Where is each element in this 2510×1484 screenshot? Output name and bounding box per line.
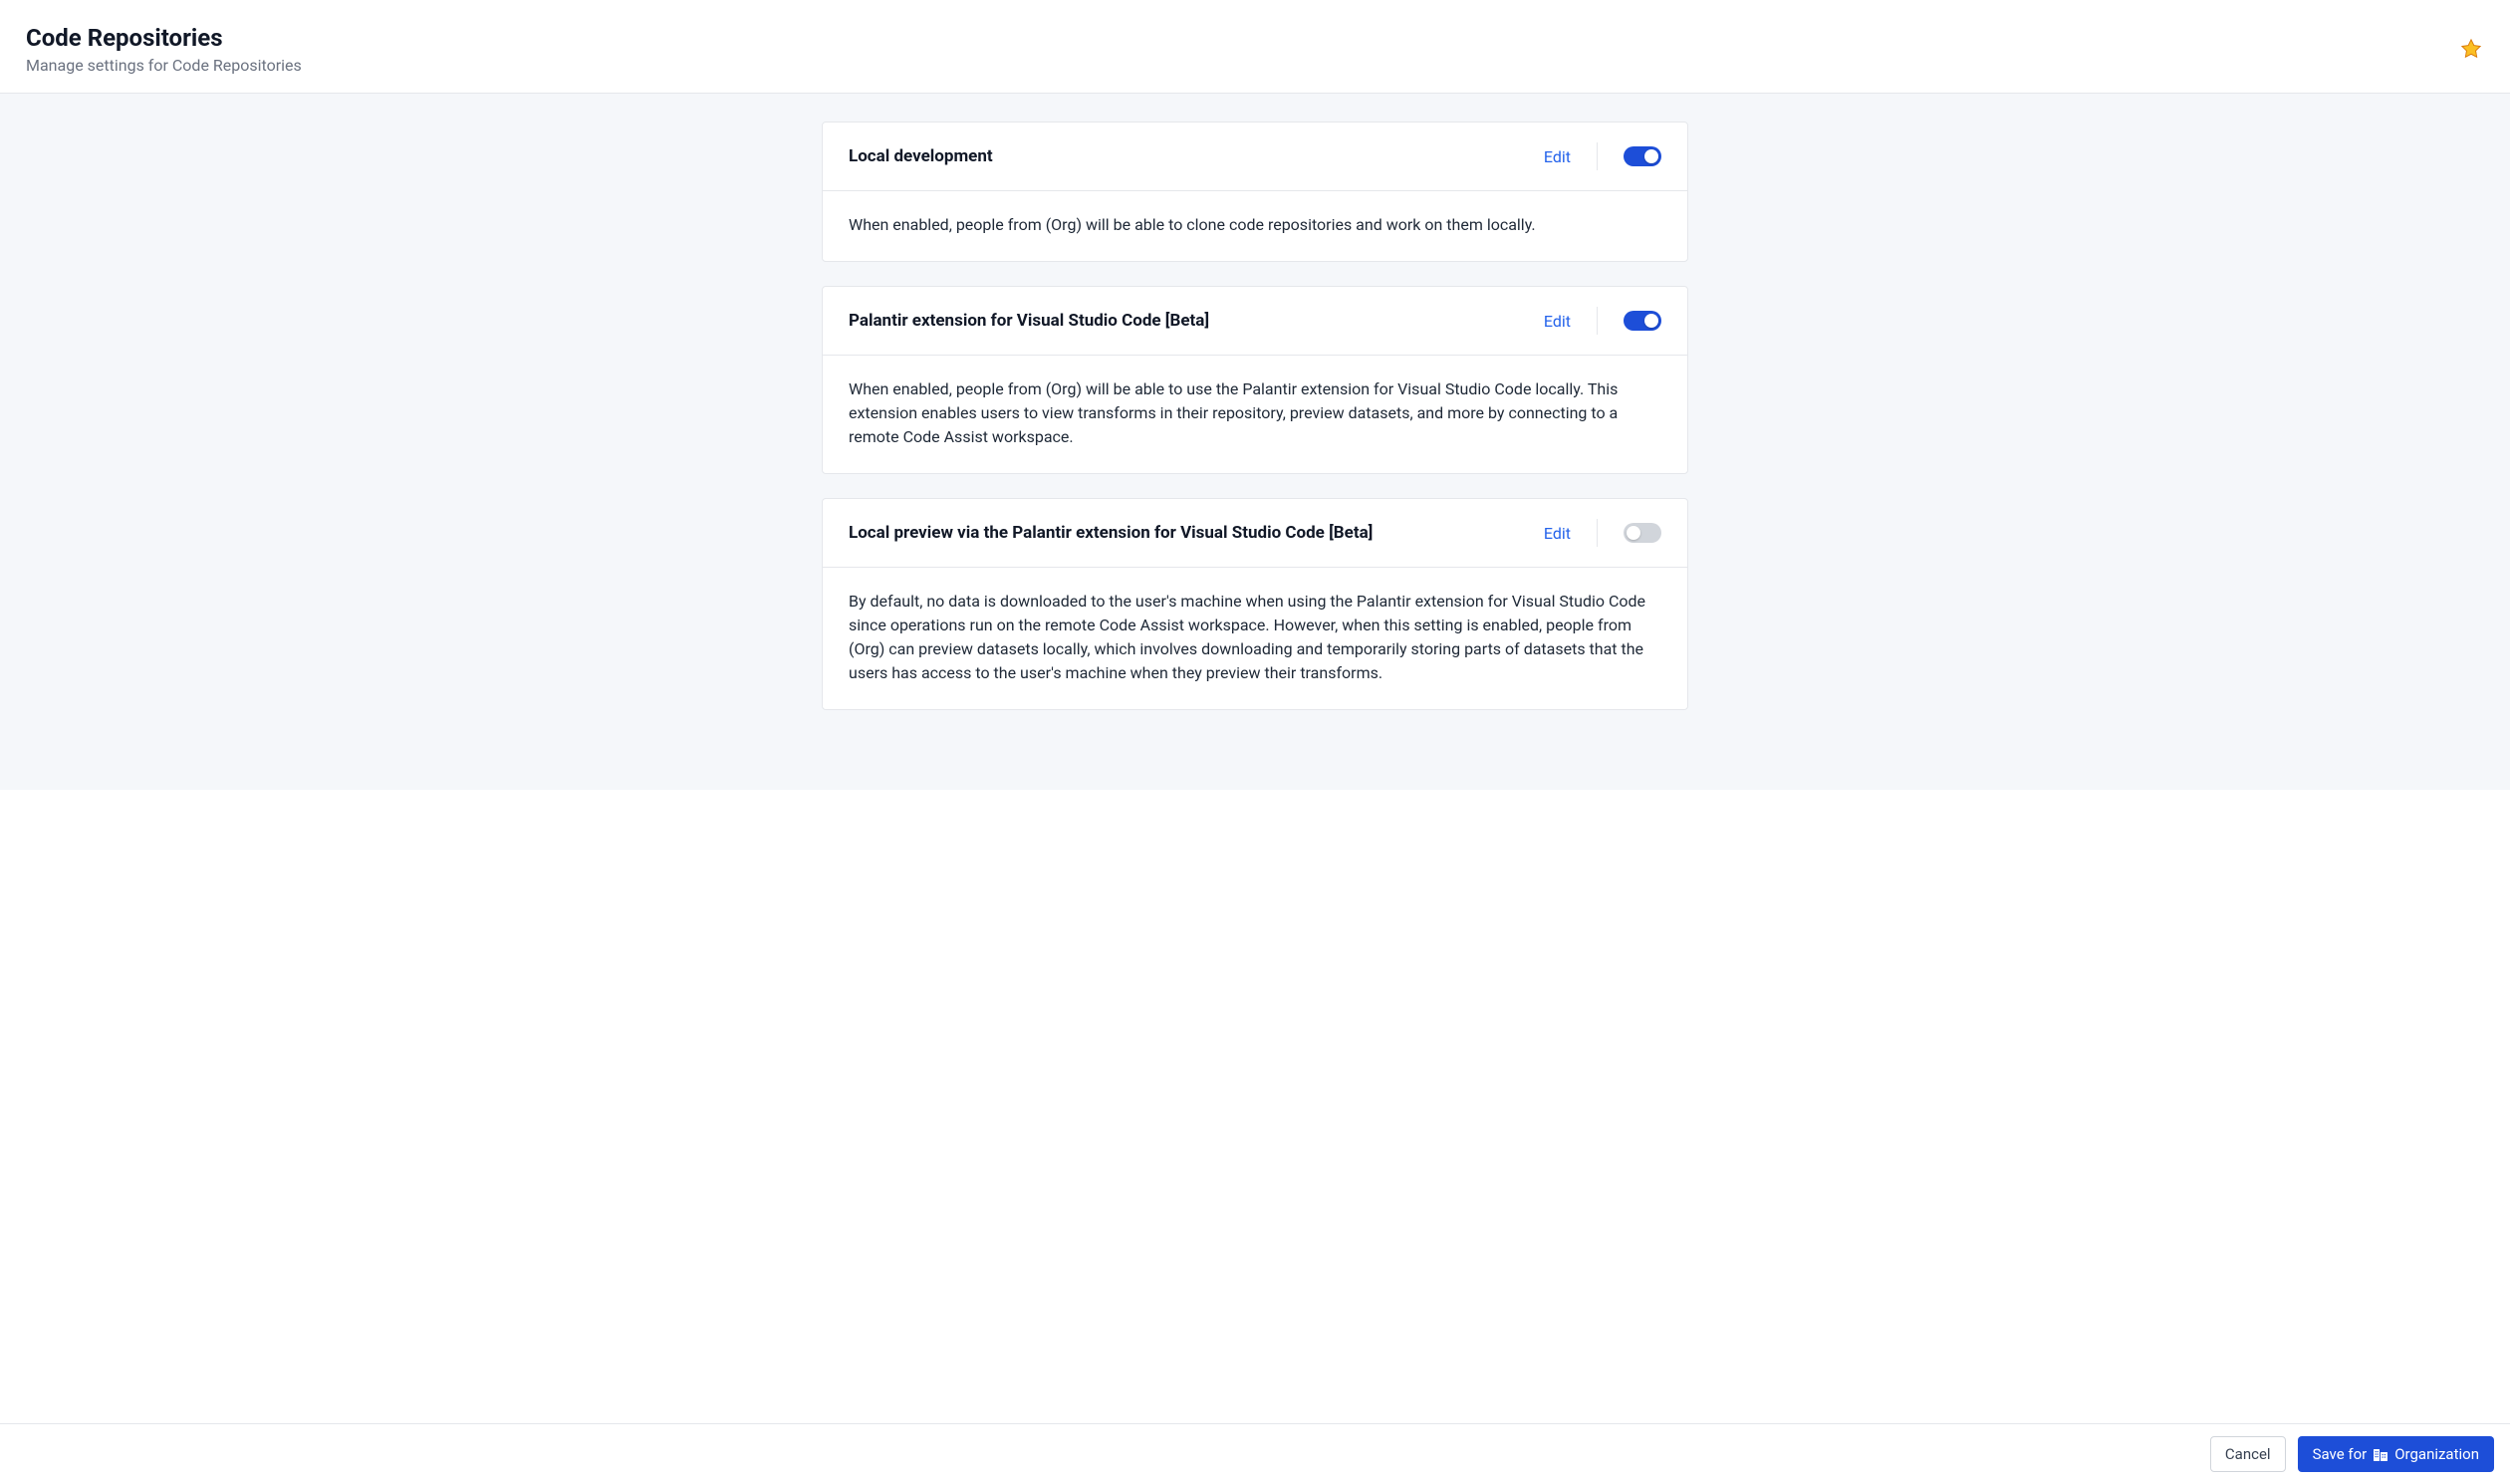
toggle-local-preview[interactable] (1624, 523, 1661, 543)
save-target-label: Organization (2394, 1445, 2479, 1463)
setting-title: Local development (849, 146, 993, 166)
setting-header: Local development Edit (823, 123, 1687, 191)
setting-description: When enabled, people from (Org) will be … (823, 191, 1687, 261)
divider (1597, 307, 1598, 335)
edit-link[interactable]: Edit (1544, 147, 1597, 166)
save-prefix-label: Save for (2313, 1445, 2368, 1463)
toggle-knob (1627, 526, 1640, 540)
page-header: Code Repositories Manage settings for Co… (0, 0, 2510, 94)
setting-controls: Edit (1544, 307, 1661, 335)
settings-list: Local development Edit When enabled, peo… (0, 94, 2510, 790)
divider (1597, 519, 1598, 547)
setting-description: When enabled, people from (Org) will be … (823, 356, 1687, 473)
edit-link[interactable]: Edit (1544, 312, 1597, 331)
setting-description: By default, no data is downloaded to the… (823, 568, 1687, 709)
toggle-knob (1644, 314, 1658, 328)
setting-controls: Edit (1544, 142, 1661, 170)
setting-header: Local preview via the Palantir extension… (823, 499, 1687, 568)
setting-title: Local preview via the Palantir extension… (849, 523, 1373, 543)
setting-card-palantir-extension: Palantir extension for Visual Studio Cod… (822, 286, 1688, 474)
cancel-button[interactable]: Cancel (2210, 1436, 2286, 1472)
toggle-knob (1644, 149, 1658, 163)
header-text: Code Repositories Manage settings for Co… (26, 24, 302, 75)
divider (1597, 142, 1598, 170)
setting-controls: Edit (1544, 519, 1661, 547)
edit-link[interactable]: Edit (1544, 524, 1597, 543)
page-title: Code Repositories (26, 24, 302, 52)
favorite-star-icon[interactable] (2460, 38, 2482, 60)
organization-icon (2373, 1446, 2388, 1462)
footer-actions: Cancel Save for Organization (0, 1423, 2510, 1484)
setting-title: Palantir extension for Visual Studio Cod… (849, 311, 1209, 331)
save-for-organization-button[interactable]: Save for Organization (2298, 1436, 2494, 1472)
page-subtitle: Manage settings for Code Repositories (26, 56, 302, 75)
toggle-local-development[interactable] (1624, 146, 1661, 166)
setting-card-local-preview: Local preview via the Palantir extension… (822, 498, 1688, 710)
setting-header: Palantir extension for Visual Studio Cod… (823, 287, 1687, 356)
toggle-palantir-extension[interactable] (1624, 311, 1661, 331)
setting-card-local-development: Local development Edit When enabled, peo… (822, 122, 1688, 262)
